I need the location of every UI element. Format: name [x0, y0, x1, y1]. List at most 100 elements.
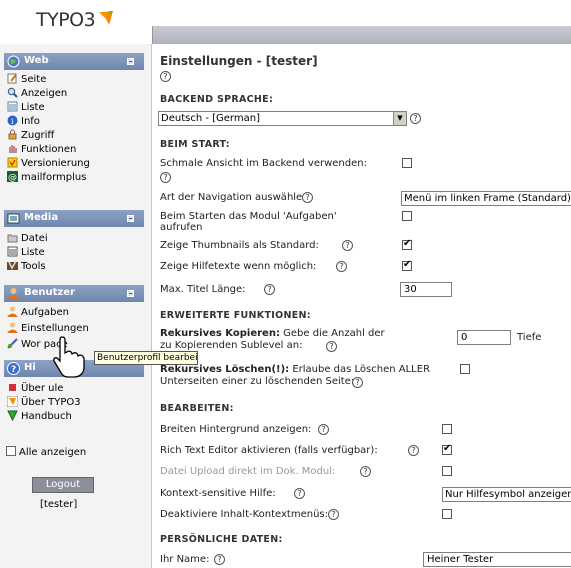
sidebar-item-ueber-typo3[interactable]: Über TYPO3 [7, 396, 81, 409]
sidebar-item-anzeigen[interactable]: Anzeigen [7, 87, 67, 100]
help-icon[interactable]: ? [214, 554, 225, 565]
settings-panel: Einstellungen - [tester] ? BACKEND SPRAC… [152, 44, 571, 568]
user-settings-icon [7, 322, 18, 333]
narrow-view-checkbox[interactable] [402, 158, 412, 168]
svg-text:i: i [11, 117, 14, 126]
hand-cursor-icon [53, 336, 85, 378]
logout-button[interactable]: Logout [32, 477, 94, 493]
collapse-icon[interactable] [127, 215, 134, 222]
name-label: Ihr Name: [160, 554, 210, 565]
disable-context-menus-label: Deaktiviere Inhalt-Kontextmenüs: [160, 509, 329, 520]
section-advanced: ERWEITERTE FUNKTIONEN: [160, 310, 311, 321]
tasks-on-start-checkbox[interactable] [402, 211, 412, 221]
help-icon[interactable]: ? [294, 488, 305, 499]
language-select[interactable]: Deutsch - [German] ▼ [158, 111, 407, 126]
context-help-select[interactable]: Nur Hilfesymbol anzeigen [442, 487, 571, 502]
versioning-icon [7, 157, 18, 168]
help-icon[interactable]: ? [160, 71, 171, 82]
sidebar-item-liste[interactable]: Liste [7, 101, 45, 114]
name-input[interactable]: Heiner Tester [423, 552, 571, 567]
help-icon: ? [7, 362, 20, 375]
wide-background-checkbox[interactable] [442, 424, 452, 434]
globe-icon [7, 55, 20, 68]
help-icon[interactable]: ? [336, 261, 347, 272]
sidebar-item-mailformplus[interactable]: @ mailformplus [7, 171, 86, 184]
chevron-down-icon[interactable]: ▼ [393, 112, 406, 125]
wide-background-label: Breiten Hintergrund anzeigen: [160, 424, 312, 435]
manual-icon [7, 410, 18, 421]
helptext-label: Zeige Hilfetexte wenn möglich: [160, 261, 317, 272]
sidebar-item-datei[interactable]: Datei [7, 232, 48, 245]
show-all-checkbox[interactable] [6, 446, 16, 456]
narrow-view-label: Schmale Ansicht im Backend verwenden: [160, 158, 367, 169]
info-icon: i [7, 115, 18, 126]
help-icon[interactable]: ? [160, 172, 171, 183]
folder-icon [7, 234, 18, 243]
mailform-icon: @ [7, 171, 18, 182]
sidebar-item-handbuch[interactable]: Handbuch [7, 410, 72, 423]
group-web[interactable]: Web [4, 53, 144, 70]
recursive-delete-label-line1: Rekursives Löschen(!): Erlaube das Lösch… [160, 364, 431, 375]
sidebar-item-funktionen[interactable]: Funktionen [7, 143, 76, 156]
lock-icon [8, 129, 17, 140]
svg-text:@: @ [8, 173, 17, 182]
recursive-delete-checkbox[interactable] [460, 364, 470, 374]
disable-context-menus-checkbox[interactable] [442, 509, 452, 519]
hand-icon [9, 145, 17, 153]
help-icon[interactable]: ? [342, 240, 353, 251]
sidebar-item-einstellungen[interactable]: Einstellungen [7, 322, 89, 335]
group-benutzer[interactable]: Benutzer [4, 285, 144, 302]
recursive-copy-label-line1: Rekursives Kopieren: Gebe die Anzahl der [160, 328, 385, 339]
current-user: [tester] [40, 499, 78, 510]
help-icon[interactable]: ? [318, 424, 329, 435]
help-icon[interactable]: ? [360, 466, 371, 477]
page-edit-icon [7, 73, 17, 84]
media-icon [7, 213, 20, 224]
show-all-toggle[interactable]: Alle anzeigen [6, 446, 86, 458]
rte-label: Rich Text Editor aktivieren (falls verfü… [160, 445, 378, 456]
navigation-type-select[interactable]: Menü im linken Frame (Standard) [401, 191, 571, 206]
upload-checkbox[interactable] [442, 466, 452, 476]
section-start: BEIM START: [160, 139, 230, 150]
upload-label: Datei Upload direkt im Dok. Modul: [160, 466, 336, 477]
help-icon[interactable]: ? [408, 445, 419, 456]
sidebar-item-tools[interactable]: Tools [7, 260, 46, 273]
help-icon[interactable]: ? [352, 377, 363, 388]
user-tasks-icon [7, 306, 18, 317]
navigation-type-label: Art der Navigation auswählen: [160, 192, 312, 203]
sidebar-item-aufgaben[interactable]: Aufgaben [7, 306, 69, 319]
context-help-label: Kontext-sensitive Hilfe: [160, 488, 276, 499]
typo3-icon [7, 396, 18, 407]
top-bar: TYPO3 [0, 0, 571, 44]
workspace-icon [7, 338, 18, 349]
help-icon[interactable]: ? [410, 113, 421, 124]
max-title-length-input[interactable]: 30 [400, 282, 452, 297]
rte-checkbox[interactable] [442, 443, 452, 455]
section-edit: BEARBEITEN: [160, 403, 234, 414]
section-backend-language: BACKEND SPRACHE: [160, 94, 274, 105]
collapse-icon[interactable] [127, 290, 134, 297]
sidebar-item-media-liste[interactable]: Liste [7, 246, 45, 259]
typo3-logo: TYPO3 [36, 9, 96, 31]
users-icon [8, 288, 19, 299]
help-icon[interactable]: ? [302, 192, 313, 203]
help-icon[interactable]: ? [328, 509, 339, 520]
sidebar-item-info[interactable]: i Info [7, 115, 40, 128]
thumbnails-checkbox[interactable] [402, 238, 412, 250]
helptext-checkbox[interactable] [402, 259, 412, 271]
help-icon[interactable]: ? [264, 284, 275, 295]
sidebar-item-seite[interactable]: Seite [7, 73, 46, 86]
module-menu: Web Seite Anzeigen Liste i Info Zugriff F… [0, 44, 152, 568]
max-title-length-label: Max. Titel Länge: [160, 284, 246, 295]
recursive-copy-depth-input[interactable]: 0 [457, 330, 511, 345]
sidebar-item-zugriff[interactable]: Zugriff [7, 129, 54, 142]
collapse-icon[interactable] [127, 58, 134, 65]
tasks-on-start-label-line1: Beim Starten das Modul 'Aufgaben' [160, 211, 337, 222]
sidebar-item-versionierung[interactable]: Versionierung [7, 157, 90, 170]
sidebar-item-ueber-module[interactable]: Über ule [7, 382, 63, 395]
thumbnails-label: Zeige Thumbnails als Standard: [160, 240, 319, 251]
group-media[interactable]: Media [4, 210, 144, 227]
recursive-delete-label-line2: Unterseiten einer zu löschenden Seite: [160, 376, 355, 387]
help-icon[interactable]: ? [326, 341, 337, 352]
typo3-logo-icon [99, 11, 113, 25]
